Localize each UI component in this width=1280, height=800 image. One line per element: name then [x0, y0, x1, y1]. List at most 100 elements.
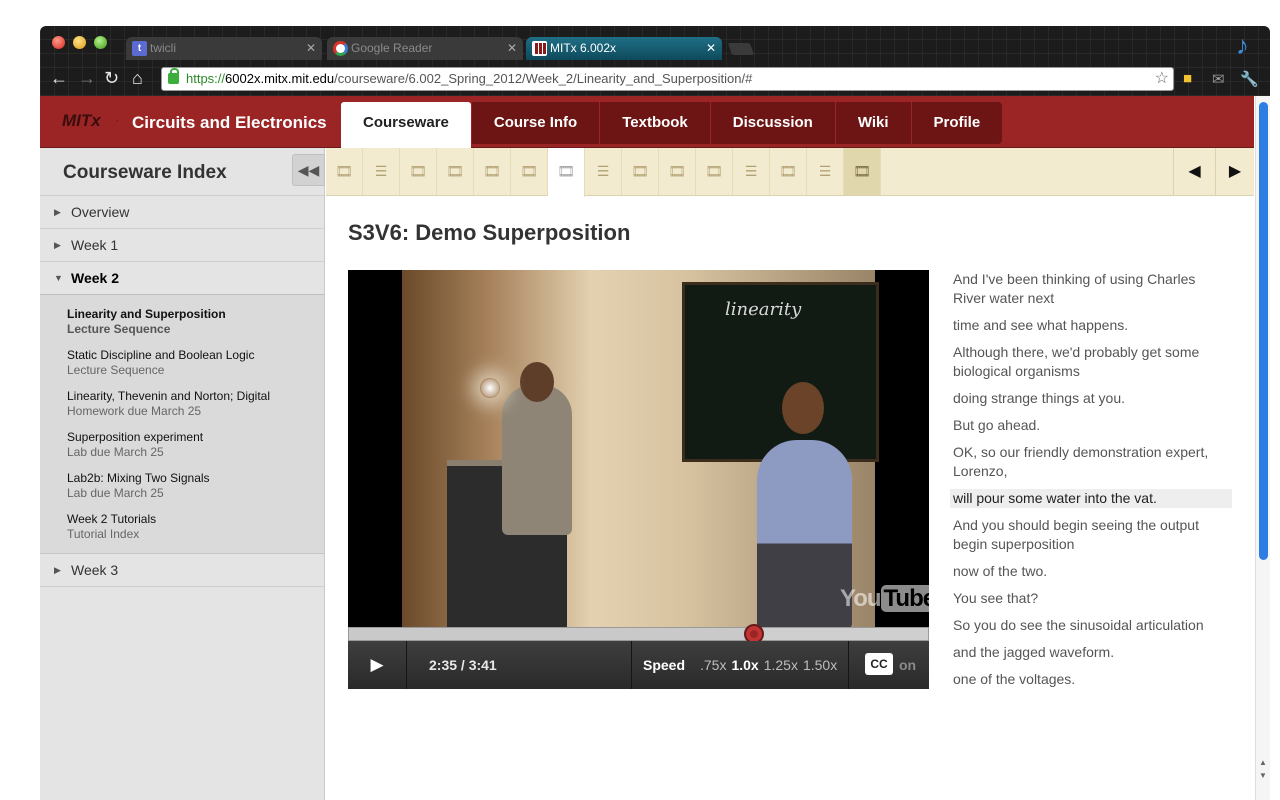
tab-wiki[interactable]: Wiki	[835, 102, 911, 144]
bookmark-star-icon[interactable]: ☆	[1155, 68, 1169, 90]
video-unit-icon[interactable]: 🎞	[659, 148, 696, 195]
sequence-link[interactable]: Static Discipline and Boolean Logic Lect…	[67, 348, 324, 378]
video-scrubber[interactable]	[348, 624, 929, 644]
previous-unit-button[interactable]: ◀	[1173, 148, 1215, 195]
video-unit-icon[interactable]: 🎞	[326, 148, 363, 195]
caret-right-icon: ▶	[54, 565, 61, 575]
sequence-link[interactable]: Week 2 Tutorials Tutorial Index	[67, 512, 324, 542]
tab-label: twicli	[150, 41, 176, 55]
browser-tab-google-reader[interactable]: Google Reader ✕	[327, 37, 523, 60]
closed-captions-button[interactable]: CC	[865, 653, 893, 675]
speed-option-100[interactable]: 1.0x	[731, 641, 758, 689]
speed-option-125[interactable]: 1.25x	[764, 641, 798, 689]
close-tab-icon[interactable]: ✕	[706, 37, 716, 60]
problem-list-icon[interactable]: ☰	[363, 148, 400, 195]
browser-tab-mitx[interactable]: MITx 6.002x ✕	[526, 37, 722, 60]
blackboard-writing: linearity	[725, 299, 802, 320]
chapter-week-2[interactable]: ▼ Week 2	[40, 262, 324, 295]
tab-textbook[interactable]: Textbook	[600, 102, 710, 144]
captions-state[interactable]: on	[899, 641, 916, 689]
address-bar[interactable]: https://6002x.mitx.mit.edu/courseware/6.…	[161, 67, 1174, 91]
sequence-link[interactable]: Superposition experiment Lab due March 2…	[67, 430, 324, 460]
unit-title: S3V6: Demo Superposition	[348, 220, 631, 245]
video-unit-icon[interactable]: 🎞	[696, 148, 733, 195]
minimize-window-button[interactable]	[73, 36, 86, 49]
speed-option-075[interactable]: .75x	[700, 641, 726, 689]
sequence-link[interactable]: Linearity and Superposition Lecture Sequ…	[67, 307, 324, 337]
tab-profile[interactable]: Profile	[911, 102, 1003, 144]
transcript-line[interactable]: Although there, we'd probably get some b…	[950, 343, 1232, 381]
sequence-subtitle: Tutorial Index	[67, 527, 140, 541]
transcript-line[interactable]: doing strange things at you.	[950, 389, 1232, 408]
scrollbar-thumb[interactable]	[1259, 102, 1268, 560]
notes-extension-icon[interactable]: ■	[1183, 70, 1192, 87]
youtube-watermark-icon[interactable]: YouTube	[840, 585, 929, 613]
play-button[interactable]: ▶	[348, 641, 407, 689]
video-unit-icon[interactable]: 🎞	[844, 148, 881, 195]
problem-list-icon[interactable]: ☰	[585, 148, 622, 195]
scrubber-progress	[349, 628, 755, 640]
forward-arrow-icon[interactable]: →	[78, 68, 96, 89]
video-player[interactable]: linearity YouTube	[348, 270, 929, 628]
new-tab-button[interactable]	[727, 43, 755, 55]
tab-course-info[interactable]: Course Info	[471, 102, 600, 144]
chapter-week-3[interactable]: ▶ Week 3	[40, 554, 324, 587]
problem-list-icon[interactable]: ☰	[807, 148, 844, 195]
lock-icon	[168, 68, 179, 84]
transcript-line[interactable]: now of the two.	[950, 562, 1232, 581]
wrench-icon[interactable]: 🔧	[1240, 70, 1259, 88]
collapse-sidebar-button[interactable]: ◀◀	[292, 154, 325, 186]
transcript-line[interactable]: OK, so our friendly demonstration expert…	[950, 443, 1232, 481]
mail-extension-icon[interactable]: ✉	[1212, 70, 1225, 88]
sequence-title: Lab2b: Mixing Two Signals	[67, 471, 210, 485]
transcript-line[interactable]: one of the voltages.	[950, 670, 1232, 689]
close-tab-icon[interactable]: ✕	[507, 37, 517, 60]
sequence-subtitle: Lab due March 25	[67, 445, 164, 459]
video-unit-icon[interactable]: 🎞	[474, 148, 511, 195]
caret-right-icon: ▶	[54, 240, 61, 250]
back-arrow-icon[interactable]: ←	[50, 68, 68, 89]
transcript-line[interactable]: So you do see the sinusoidal articulatio…	[950, 616, 1232, 635]
sequence-title: Linearity and Superposition	[67, 307, 226, 321]
problem-list-icon[interactable]: ☰	[733, 148, 770, 195]
sequence-link[interactable]: Lab2b: Mixing Two Signals Lab due March …	[67, 471, 324, 501]
transcript-line[interactable]: time and see what happens.	[950, 316, 1232, 335]
tab-label: MITx 6.002x	[550, 41, 617, 55]
page-scrollbar[interactable]: ▲ ▼	[1255, 96, 1270, 800]
zoom-window-button[interactable]	[94, 36, 107, 49]
transcript-line[interactable]: will pour some water into the vat.	[950, 489, 1232, 508]
tab-discussion[interactable]: Discussion	[710, 102, 835, 144]
browser-tab-twicli[interactable]: t twicli ✕	[126, 37, 322, 60]
mitx-logo[interactable]: MITx	[62, 111, 101, 131]
home-icon[interactable]: ⌂	[132, 68, 143, 89]
chapter-label: Overview	[71, 204, 130, 220]
close-window-button[interactable]	[52, 36, 65, 49]
transcript-line[interactable]: You see that?	[950, 589, 1232, 608]
video-unit-icon[interactable]: 🎞	[548, 148, 585, 197]
next-unit-button[interactable]: ▶	[1215, 148, 1254, 195]
transcript-line[interactable]: And I've been thinking of using Charles …	[950, 270, 1232, 308]
close-tab-icon[interactable]: ✕	[306, 37, 316, 60]
chapter-label: Week 1	[71, 237, 119, 253]
video-unit-icon[interactable]: 🎞	[511, 148, 548, 195]
video-unit-icon[interactable]: 🎞	[437, 148, 474, 195]
transcript-line[interactable]: and the jagged waveform.	[950, 643, 1232, 662]
speed-option-150[interactable]: 1.50x	[803, 641, 837, 689]
lamp-light	[480, 378, 500, 398]
music-note-icon[interactable]: ♪	[1236, 30, 1249, 61]
chapter-overview[interactable]: ▶ Overview	[40, 196, 324, 229]
course-nav-tabs: Courseware Course Info Textbook Discussi…	[341, 102, 1003, 148]
transcript-line[interactable]: And you should begin seeing the output b…	[950, 516, 1232, 554]
transcript-line[interactable]: But go ahead.	[950, 416, 1232, 435]
video-unit-icon[interactable]: 🎞	[770, 148, 807, 195]
video-unit-icon[interactable]: 🎞	[400, 148, 437, 195]
sequence-link[interactable]: Linearity, Thevenin and Norton; Digital …	[67, 389, 324, 419]
video-unit-icon[interactable]: 🎞	[622, 148, 659, 195]
course-title: Circuits and Electronics	[132, 113, 327, 132]
tab-courseware[interactable]: Courseware	[341, 102, 471, 148]
lecturer-head	[782, 382, 824, 434]
reload-icon[interactable]: ↻	[104, 68, 119, 89]
chapter-week-1[interactable]: ▶ Week 1	[40, 229, 324, 262]
scroll-up-arrow-icon[interactable]: ▲	[1259, 758, 1267, 767]
scroll-down-arrow-icon[interactable]: ▼	[1259, 771, 1267, 780]
